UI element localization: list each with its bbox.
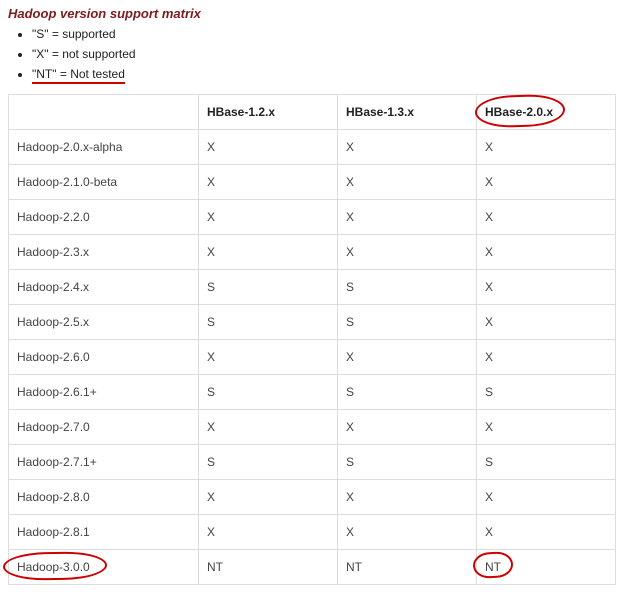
table-row: Hadoop-2.5.xSSX [9, 305, 616, 340]
legend-item: "X" = not supported [32, 47, 616, 61]
support-matrix-table: HBase-1.2.x HBase-1.3.x HBase-2.0.x Hado… [8, 94, 616, 585]
table-row: Hadoop-2.1.0-betaXXX [9, 165, 616, 200]
cell-value: X [338, 340, 477, 375]
cell-value: X [477, 200, 616, 235]
cell-value: X [338, 200, 477, 235]
cell-value: S [338, 270, 477, 305]
cell-value: X [477, 515, 616, 550]
cell-value: NT [199, 550, 338, 585]
column-header-circled: HBase-2.0.x [477, 95, 616, 130]
table-row: Hadoop-2.2.0XXX [9, 200, 616, 235]
legend-text: "S" = supported [32, 27, 116, 41]
cell-value: X [477, 235, 616, 270]
cell-value: NT [338, 550, 477, 585]
cell-value: X [477, 410, 616, 445]
cell-value: S [477, 375, 616, 410]
row-label: Hadoop-2.8.0 [9, 480, 199, 515]
row-label: Hadoop-2.3.x [9, 235, 199, 270]
table-row: Hadoop-2.8.1XXX [9, 515, 616, 550]
cell-value: X [338, 480, 477, 515]
table-row: Hadoop-2.7.0XXX [9, 410, 616, 445]
cell-value: X [338, 410, 477, 445]
column-header: HBase-1.2.x [199, 95, 338, 130]
cell-value: S [199, 445, 338, 480]
page-title: Hadoop version support matrix [8, 6, 616, 21]
cell-value: S [338, 445, 477, 480]
table-row: Hadoop-2.4.xSSX [9, 270, 616, 305]
cell-value: X [338, 515, 477, 550]
cell-value: X [199, 165, 338, 200]
cell-value: X [199, 340, 338, 375]
cell-value: S [199, 305, 338, 340]
row-label: Hadoop-2.5.x [9, 305, 199, 340]
table-row: Hadoop-2.6.0XXX [9, 340, 616, 375]
cell-value: X [199, 480, 338, 515]
cell-value: X [338, 165, 477, 200]
cell-value: X [477, 340, 616, 375]
cell-value: X [477, 480, 616, 515]
table-header-row: HBase-1.2.x HBase-1.3.x HBase-2.0.x [9, 95, 616, 130]
table-row: Hadoop-3.0.0NTNTNT [9, 550, 616, 585]
cell-value: X [477, 270, 616, 305]
cell-value: S [338, 305, 477, 340]
cell-value: X [477, 305, 616, 340]
cell-value: X [199, 235, 338, 270]
legend-text: "X" = not supported [32, 47, 136, 61]
cell-value: X [338, 130, 477, 165]
cell-text: NT [485, 560, 501, 574]
table-row: Hadoop-2.8.0XXX [9, 480, 616, 515]
table-row: Hadoop-2.7.1+SSS [9, 445, 616, 480]
column-header-label: HBase-2.0.x [485, 105, 553, 119]
legend-item: "NT" = Not tested [32, 67, 616, 84]
legend-list: "S" = supported "X" = not supported "NT"… [8, 27, 616, 84]
legend-text-underlined: "NT" = Not tested [32, 67, 125, 84]
cell-value: S [338, 375, 477, 410]
row-label: Hadoop-2.2.0 [9, 200, 199, 235]
cell-value: S [199, 270, 338, 305]
table-row: Hadoop-2.0.x-alphaXXX [9, 130, 616, 165]
cell-value: X [199, 130, 338, 165]
cell-value: X [199, 515, 338, 550]
cell-value: X [477, 130, 616, 165]
table-row: Hadoop-2.6.1+SSS [9, 375, 616, 410]
cell-value: X [338, 235, 477, 270]
column-header-blank [9, 95, 199, 130]
cell-value: S [199, 375, 338, 410]
row-label: Hadoop-2.4.x [9, 270, 199, 305]
legend-item: "S" = supported [32, 27, 616, 41]
row-label: Hadoop-2.1.0-beta [9, 165, 199, 200]
row-label: Hadoop-3.0.0 [9, 550, 199, 585]
cell-value: X [199, 410, 338, 445]
cell-value: NT [477, 550, 616, 585]
row-label: Hadoop-2.7.0 [9, 410, 199, 445]
column-header: HBase-1.3.x [338, 95, 477, 130]
row-label: Hadoop-2.6.0 [9, 340, 199, 375]
cell-value: S [477, 445, 616, 480]
cell-value: X [477, 165, 616, 200]
row-label: Hadoop-2.7.1+ [9, 445, 199, 480]
row-label: Hadoop-2.6.1+ [9, 375, 199, 410]
row-label: Hadoop-2.8.1 [9, 515, 199, 550]
table-row: Hadoop-2.3.xXXX [9, 235, 616, 270]
row-label: Hadoop-2.0.x-alpha [9, 130, 199, 165]
row-label-text: Hadoop-3.0.0 [17, 560, 90, 574]
cell-value: X [199, 200, 338, 235]
